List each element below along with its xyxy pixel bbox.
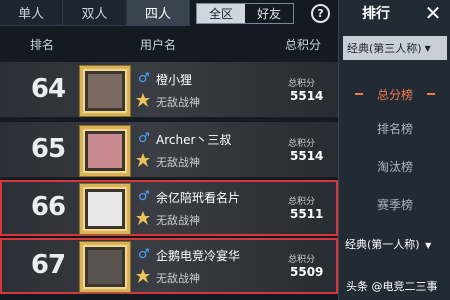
title-badge-icon — [136, 153, 150, 167]
leaderboard-row[interactable]: 67 ♂ 企鹅电竞冷宴华 无敌战神 总积分 5509 — [0, 238, 338, 294]
score-value: 5511 — [290, 207, 324, 221]
title-badge-icon — [136, 269, 150, 283]
avatar[interactable] — [80, 66, 130, 116]
avatar[interactable] — [80, 184, 130, 234]
mode-select-label: 经典(第三人称) — [347, 42, 422, 55]
scope-all-button[interactable]: 全区 — [197, 4, 245, 23]
player-name: 余亿陪玳看名片 — [156, 191, 241, 205]
avatar[interactable] — [80, 126, 130, 176]
player-name: Archer丶三叔 — [156, 133, 232, 147]
leaderboard-row[interactable]: 64 ♂ 橙小狸 无敌战神 总积分 5514 — [0, 62, 338, 118]
scope-friends-button[interactable]: 好友 — [245, 4, 293, 23]
tab-squad[interactable]: 四人 — [126, 0, 190, 25]
male-icon: ♂ — [138, 71, 150, 86]
question-circle-icon[interactable]: ? — [311, 4, 330, 23]
watermark: 头条 @电竞二三事 — [346, 280, 438, 293]
leaderboard-row[interactable]: 66 ♂ 余亿陪玳看名片 无敌战神 总积分 5511 — [0, 180, 338, 236]
player-title: 无敌战神 — [156, 272, 200, 285]
mode-select-secondary-label: 经典(第一人称) — [345, 238, 420, 251]
sidebar-item-kills[interactable]: 淘汰榜 — [339, 158, 450, 175]
sidebar-item-total[interactable]: 总分榜 — [339, 86, 450, 103]
mode-select[interactable]: 经典(第三人称) ▼ — [343, 36, 447, 60]
score-label: 总积分 — [288, 79, 316, 89]
mode-select-secondary[interactable]: 经典(第一人称) ▼ — [345, 236, 431, 252]
mode-tabs: 单人 双人 四人 — [0, 0, 190, 26]
avatar[interactable] — [80, 242, 130, 292]
chevron-down-icon: ▼ — [425, 241, 432, 250]
player-title: 无敌战神 — [156, 156, 200, 169]
tab-solo[interactable]: 单人 — [0, 0, 64, 25]
scope-switch: 全区 好友 — [196, 3, 294, 24]
score-label: 总积分 — [288, 197, 316, 207]
leaderboard-sidebar: 排行 ✕ 经典(第三人称) ▼ 总分榜 排名榜 淘汰榜 赛季榜 经典(第一人称)… — [338, 0, 450, 300]
column-header: 排名 用户名 总积分 — [0, 28, 338, 58]
sidebar-title: 排行 — [362, 6, 390, 22]
sidebar-item-season[interactable]: 赛季榜 — [339, 196, 450, 213]
male-icon: ♂ — [138, 247, 150, 262]
column-score-header: 总积分 — [285, 38, 322, 52]
close-icon[interactable]: ✕ — [421, 2, 445, 24]
column-user-header: 用户名 — [140, 38, 177, 52]
score-value: 5509 — [290, 265, 324, 279]
title-badge-icon — [136, 211, 150, 225]
tab-duo[interactable]: 双人 — [63, 0, 127, 25]
player-name: 企鹅电竞冷宴华 — [156, 249, 241, 263]
title-badge-icon — [136, 93, 150, 107]
score-value: 5514 — [290, 89, 324, 103]
male-icon: ♂ — [138, 131, 150, 146]
chevron-down-icon: ▼ — [424, 43, 431, 53]
score-label: 总积分 — [288, 139, 316, 149]
male-icon: ♂ — [138, 189, 150, 204]
score-value: 5514 — [290, 149, 324, 163]
sidebar-item-rank[interactable]: 排名榜 — [339, 120, 450, 137]
player-title: 无敌战神 — [156, 96, 200, 109]
rank-number: 64 — [30, 74, 66, 104]
score-label: 总积分 — [288, 255, 316, 265]
leaderboard-row[interactable]: 65 ♂ Archer丶三叔 无敌战神 总积分 5514 — [0, 122, 338, 178]
column-rank-header: 排名 — [30, 38, 55, 52]
player-title: 无敌战神 — [156, 214, 200, 227]
rank-number: 65 — [30, 134, 66, 164]
rank-number: 67 — [30, 250, 66, 280]
player-name: 橙小狸 — [156, 73, 193, 87]
rank-number: 66 — [30, 192, 66, 222]
